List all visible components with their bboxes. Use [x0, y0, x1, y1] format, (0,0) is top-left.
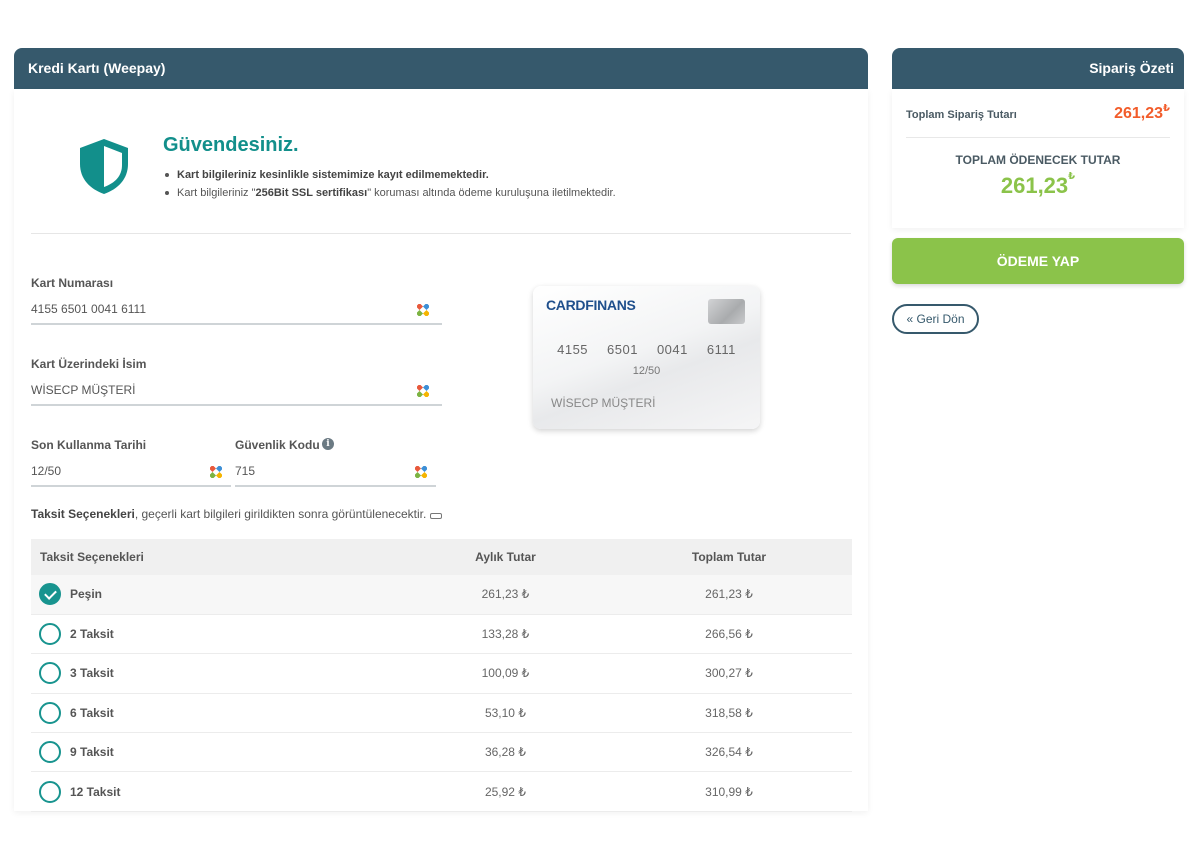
pay-button[interactable]: ÖDEME YAP	[892, 238, 1184, 284]
card-name-input[interactable]	[31, 376, 442, 406]
currency-symbol: ₺	[1163, 103, 1170, 114]
radio-icon[interactable]	[39, 780, 61, 803]
card-preview-number: 4155 6501 0041 6111	[533, 342, 760, 357]
table-row[interactable]: 3 Taksit 100,09 ₺ 300,27 ₺	[31, 653, 852, 694]
table-row[interactable]: 6 Taksit 53,10 ₺ 318,58 ₺	[31, 693, 852, 734]
monthly-amount: 133,28 ₺	[404, 614, 606, 655]
installment-label: 9 Taksit	[70, 745, 114, 760]
installment-note-title: Taksit Seçenekleri	[31, 507, 135, 521]
back-button-label: Geri Dön	[916, 312, 965, 326]
autofill-icon[interactable]	[417, 304, 429, 316]
secure-info-item: Kart bilgileriniz "256Bit SSL sertifikas…	[163, 187, 616, 199]
double-chevron-left-icon: «	[906, 312, 914, 326]
cvc-label: Güvenlik Kodu	[235, 438, 320, 452]
ssl-text: 256Bit SSL sertifikası	[255, 187, 368, 199]
monthly-amount: 261,23 ₺	[404, 575, 606, 615]
autofill-icon[interactable]	[417, 385, 429, 397]
order-total-label: Toplam Sipariş Tutarı	[906, 109, 1017, 121]
radio-icon[interactable]	[39, 623, 61, 646]
order-summary-title: Sipariş Özeti	[892, 48, 1184, 89]
card-number-group: 0041	[656, 342, 688, 357]
payment-panel-title: Kredi Kartı (Weepay)	[14, 48, 868, 89]
card-number-group: 6111	[706, 342, 736, 357]
installment-note: Taksit Seçenekleri, geçerli kart bilgile…	[31, 507, 443, 521]
column-header: Taksit Seçenekleri	[31, 539, 405, 575]
total-amount: 326,54 ₺	[606, 732, 852, 773]
back-button[interactable]: « Geri Dön	[892, 304, 979, 334]
autofill-icon[interactable]	[210, 466, 222, 478]
currency-symbol: ₺	[1068, 171, 1076, 182]
total-amount: 266,56 ₺	[606, 614, 852, 655]
total-amount: 300,27 ₺	[606, 653, 852, 694]
card-number-input[interactable]	[31, 295, 442, 325]
installment-label: 2 Taksit	[70, 627, 114, 642]
chip-icon	[708, 299, 745, 324]
card-preview: CARDFINANS 4155 6501 0041 6111 12/50 WİS…	[533, 286, 760, 429]
secure-info-text: Kart bilgileriniz kesinlikle sistemimize…	[177, 169, 489, 181]
card-number-label: Kart Numarası	[31, 276, 114, 290]
secure-info-item: Kart bilgileriniz kesinlikle sistemimize…	[163, 169, 616, 181]
total-amount: 261,23 ₺	[606, 575, 852, 615]
collapse-icon[interactable]	[430, 513, 443, 519]
divider	[906, 137, 1170, 138]
installment-label: 6 Taksit	[70, 705, 114, 720]
monthly-amount: 53,10 ₺	[404, 693, 606, 734]
monthly-amount: 36,28 ₺	[404, 732, 606, 773]
radio-icon[interactable]	[39, 662, 61, 685]
secure-info-list: Kart bilgileriniz kesinlikle sistemimize…	[163, 169, 616, 205]
card-number-group: 6501	[607, 342, 638, 357]
info-icon[interactable]: i	[322, 438, 334, 450]
total-amount: 318,58 ₺	[606, 693, 852, 734]
autofill-icon[interactable]	[415, 466, 427, 478]
order-total-value: 261,23₺	[1114, 103, 1170, 123]
radio-icon[interactable]	[39, 701, 61, 724]
secure-info-text: " koruması altında ödeme kuruluşuna ilet…	[367, 187, 616, 199]
card-brand-logo: CARDFINANS	[546, 297, 636, 313]
card-preview-holder: WİSECP MÜŞTERİ	[551, 396, 656, 410]
cvc-input[interactable]	[235, 457, 436, 487]
installment-label: 3 Taksit	[70, 666, 114, 681]
table-row[interactable]: 9 Taksit 36,28 ₺ 326,54 ₺	[31, 732, 852, 773]
radio-check-icon[interactable]	[39, 583, 61, 606]
column-header: Toplam Tutar	[606, 539, 852, 575]
secure-info-text: Kart bilgileriniz "	[177, 187, 256, 199]
payment-panel: Güvendesiniz. Kart bilgileriniz kesinlik…	[14, 89, 868, 812]
monthly-amount: 100,09 ₺	[404, 653, 606, 694]
card-number-group: 4155	[557, 342, 589, 357]
monthly-amount: 25,92 ₺	[404, 771, 606, 812]
installment-table: Taksit Seçenekleri Aylık Tutar Toplam Tu…	[31, 539, 852, 812]
payable-amount: 261,23	[1000, 173, 1069, 198]
secure-title: Güvendesiniz.	[163, 134, 299, 156]
expiry-label: Son Kullanma Tarihi	[31, 438, 147, 452]
table-header-row: Taksit Seçenekleri Aylık Tutar Toplam Tu…	[31, 539, 852, 575]
order-total-amount: 261,23	[1114, 105, 1164, 122]
divider	[31, 233, 851, 234]
radio-icon[interactable]	[39, 741, 61, 764]
table-row[interactable]: 2 Taksit 133,28 ₺ 266,56 ₺	[31, 614, 852, 655]
card-preview-expiry: 12/50	[632, 365, 661, 377]
column-header: Aylık Tutar	[404, 539, 606, 575]
installment-label: 12 Taksit	[70, 784, 121, 799]
table-row[interactable]: 12 Taksit 25,92 ₺ 310,99 ₺	[31, 771, 852, 812]
payable-label: TOPLAM ÖDENECEK TUTAR	[955, 153, 1121, 167]
expiry-input[interactable]	[31, 457, 231, 487]
shield-icon	[80, 139, 128, 194]
total-amount: 310,99 ₺	[606, 771, 852, 812]
installment-label: Peşin	[70, 587, 103, 602]
order-summary: Toplam Sipariş Tutarı 261,23₺ TOPLAM ÖDE…	[892, 89, 1184, 228]
payable-value: 261,23₺	[892, 171, 1184, 199]
installment-note-text: , geçerli kart bilgileri girildikten son…	[134, 507, 427, 521]
table-row[interactable]: Peşin 261,23 ₺ 261,23 ₺	[31, 575, 852, 615]
card-name-label: Kart Üzerindeki İsim	[31, 357, 147, 371]
